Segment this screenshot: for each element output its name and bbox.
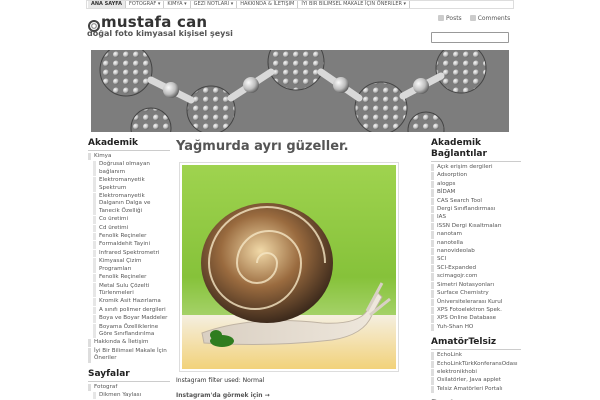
- right-sidebar-link[interactable]: nanovideolab: [431, 248, 521, 256]
- right-sidebar-link[interactable]: nanotella: [431, 239, 521, 248]
- search-input[interactable]: [431, 32, 509, 43]
- right-sidebar-link[interactable]: elektronikhobi: [431, 368, 521, 377]
- posts-feed-link[interactable]: Posts: [438, 15, 462, 22]
- right-sidebar-link[interactable]: Telsiz Amatörleri Portalı: [431, 385, 521, 394]
- right-sidebar-link[interactable]: CAS Search Tool: [431, 197, 521, 206]
- comments-label: Comments: [477, 15, 511, 22]
- left-sidebar-link[interactable]: Fenolik Reçineler: [93, 274, 170, 282]
- right-sidebar-link[interactable]: Açık erişim dergileri: [431, 164, 521, 172]
- left-sidebar-link[interactable]: Fenolik Reçineler: [93, 233, 170, 241]
- right-sidebar-link[interactable]: XPS Fotoelektron Spek.: [431, 306, 521, 315]
- right-widget-title: AmatörTelsiz: [431, 337, 521, 351]
- post-caption: Instagram filter used: Normal: [176, 377, 265, 384]
- right-sidebar-link[interactable]: IAS: [431, 214, 521, 222]
- right-sidebar-link[interactable]: ISSN Dergi Kısaltmaları: [431, 222, 521, 231]
- right-sidebar-link[interactable]: SCI-Expanded: [431, 264, 521, 273]
- left-sidebar-link[interactable]: Metal Sulu Çözelti Türlenmeleri: [93, 282, 170, 298]
- right-sidebar-link[interactable]: Surface Chemistry: [431, 290, 521, 298]
- right-sidebar-link[interactable]: Yuh-Shan HO: [431, 323, 521, 332]
- left-sidebar-link[interactable]: Kimyasal Çizim Programları: [93, 258, 170, 274]
- post-image-snail[interactable]: [179, 162, 399, 372]
- right-widget-list: Açık erişim dergileri Adsorption alogps BİD…: [431, 164, 521, 332]
- left-widget-list: FotografDikmen YaylasıEsköy: [88, 383, 170, 400]
- left-sidebar-link[interactable]: Infrared Spektrometri: [93, 249, 170, 258]
- left-sidebar-link[interactable]: Kimya: [88, 153, 170, 161]
- right-sidebar-link[interactable]: EchoLink: [431, 352, 521, 360]
- left-widget-title: Akademik: [88, 138, 170, 151]
- post-title[interactable]: Yağmurda ayrı güzeller.: [176, 138, 426, 156]
- right-sidebar-link[interactable]: Dergi Sınıflandırması: [431, 206, 521, 214]
- instagram-link[interactable]: Instagram'da görmek için →: [176, 392, 426, 399]
- posts-label: Posts: [446, 15, 462, 22]
- right-sidebar-link[interactable]: Adsorption: [431, 172, 521, 180]
- left-widget-title: Sayfalar: [88, 369, 170, 382]
- left-sidebar-link[interactable]: Elektromanyetik Spektrum: [93, 177, 170, 193]
- right-widget-title: Akademik Bağlantılar: [431, 138, 521, 162]
- right-sidebar: Akademik Bağlantılar Açık erişim dergiler…: [431, 138, 521, 400]
- left-sidebar-link[interactable]: İyi Bir Bilimsel Makale İçin Öneriler: [88, 347, 170, 363]
- right-sidebar-link[interactable]: alogps: [431, 180, 521, 189]
- left-widget-list: Kimya Doğrusal olmayan bağlanım Elektroman…: [88, 153, 170, 363]
- left-sidebar: Akademik Kimya Doğrusal olmayan bağlanım El…: [88, 138, 170, 400]
- left-sidebar-link[interactable]: Cd üretimi: [93, 224, 170, 233]
- right-sidebar-link[interactable]: scimagojr.com: [431, 273, 521, 281]
- left-sidebar-link[interactable]: A sınıfı polimer dergileri: [93, 306, 170, 315]
- left-sidebar-link[interactable]: Kromik Asit Hazırlama: [93, 298, 170, 306]
- comments-feed-link[interactable]: Comments: [469, 15, 511, 22]
- right-sidebar-link[interactable]: Osilatörler, Java applet: [431, 377, 521, 385]
- nav-item-3[interactable]: Gezi Notları ▾: [191, 1, 238, 8]
- right-sidebar-link[interactable]: SCI: [431, 256, 521, 264]
- site-tagline: doğal foto kimyasal kişisel şeysi: [87, 29, 233, 38]
- top-navigation: Ana Sayfa Fotograf ▾ Kimya ▾ Gezi Notları ▾…: [86, 0, 514, 9]
- page: Ana Sayfa Fotograf ▾ Kimya ▾ Gezi Notları ▾…: [0, 0, 600, 400]
- nav-item-5[interactable]: İyi Bir Bilimsel Makale İçin Öneriler ▾: [298, 1, 411, 8]
- nav-item-0[interactable]: Ana Sayfa: [88, 1, 126, 8]
- left-sidebar-link[interactable]: Boyama Özelliklerine Göre Sınıflandırılm…: [93, 323, 170, 339]
- right-sidebar-link[interactable]: BİDAM: [431, 189, 521, 197]
- nav-item-1[interactable]: Fotograf ▾: [126, 1, 165, 8]
- left-sidebar-link[interactable]: Doğrusal olmayan bağlanım: [93, 161, 170, 177]
- left-sidebar-link[interactable]: Fotograf: [88, 383, 170, 391]
- left-sidebar-link[interactable]: Elektromanyetik Dalganın Dalga ve Taneci…: [93, 193, 170, 216]
- comment-icon: [469, 15, 476, 21]
- left-sidebar-link[interactable]: Co üretimi: [93, 216, 170, 224]
- nav-item-4[interactable]: Hakkında & İletişim: [237, 1, 299, 8]
- right-sidebar-link[interactable]: XPS Online Database: [431, 315, 521, 323]
- right-sidebar-link[interactable]: EchoLinkTürkKonferansOdası: [431, 360, 521, 368]
- header-banner-image: [91, 50, 509, 132]
- nav-item-2[interactable]: Kimya ▾: [164, 1, 191, 8]
- right-sidebar-link[interactable]: Üniversitelerarası Kurul: [431, 298, 521, 306]
- left-sidebar-link[interactable]: Formaldehit Tayini: [93, 241, 170, 249]
- left-sidebar-link[interactable]: Hakkında & İletişim: [88, 339, 170, 347]
- rss-icon: [438, 15, 444, 21]
- right-sidebar-link[interactable]: Simetri Notasyonları: [431, 281, 521, 290]
- left-sidebar-link[interactable]: Dikmen Yaylası: [93, 391, 170, 400]
- main-content: Yağmurda ayrı güzeller. Instagram filter…: [176, 138, 426, 399]
- left-sidebar-link[interactable]: Boya ve Boyar Maddeler: [93, 315, 170, 323]
- feed-links: Posts Comments: [438, 15, 510, 22]
- right-sidebar-link[interactable]: nanotam: [431, 231, 521, 239]
- right-widget-list: EchoLink EchoLinkTürkKonferansOdası elektr…: [431, 352, 521, 394]
